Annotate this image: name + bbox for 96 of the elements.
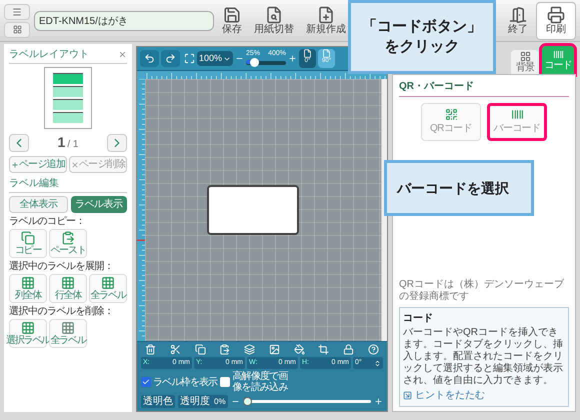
- x-icon: [71, 160, 80, 168]
- page-icon: [322, 49, 332, 58]
- new-file-icon: [317, 6, 335, 24]
- barcode-icon: [510, 108, 524, 121]
- grid-icon: [21, 276, 35, 290]
- layout-label[interactable]: [53, 73, 83, 84]
- hint-text: バーコードやQRコードを挿入できます。コードタブをクリックし、挿入します。配置されたコードをクリックして選択すると編集領域が表示され、値を自由に入力できます。: [403, 327, 564, 387]
- zoom-dropdown[interactable]: 100%: [197, 51, 234, 66]
- label-tool-button[interactable]: 行全体: [49, 274, 87, 303]
- group-title: 選択中のラベルを削除：: [9, 306, 114, 318]
- close-icon[interactable]: [118, 50, 127, 59]
- zoom-slider[interactable]: [246, 58, 286, 67]
- save-icon: [223, 6, 241, 24]
- label-tool-button[interactable]: 全ラベル: [89, 274, 127, 303]
- transparent-color-button[interactable]: 透明色: [141, 395, 175, 408]
- help-icon[interactable]: [368, 344, 379, 355]
- slider-thumb[interactable]: [242, 397, 252, 406]
- page-total: / 1: [67, 138, 78, 152]
- layers-icon[interactable]: [244, 344, 256, 355]
- toolbar-button[interactable]: 印刷: [536, 2, 576, 40]
- copy-icon[interactable]: [194, 344, 206, 355]
- view-toggle-button[interactable]: ラベル表示: [70, 196, 127, 213]
- toolbar-button[interactable]: 保存: [218, 2, 246, 40]
- opacity-slider[interactable]: [242, 397, 371, 406]
- code-type-button[interactable]: バーコード: [487, 103, 547, 141]
- trademark-note: QRコードは（株）デンソーウェーブの登録商標です: [399, 279, 565, 303]
- label-tool-button[interactable]: コピー: [9, 229, 47, 258]
- group-title: ラベルのコピー：: [9, 216, 86, 228]
- grid-icon: [12, 25, 22, 34]
- redo-icon: [165, 53, 176, 64]
- hint-title: コード: [403, 312, 434, 326]
- paste-icon: [61, 231, 75, 245]
- checkbox-label: 高解像度で画像を読み込み: [232, 371, 290, 393]
- printer-icon: [547, 6, 565, 24]
- toolbar-button[interactable]: 新規作成: [302, 2, 350, 40]
- label-shape[interactable]: [207, 185, 299, 235]
- callout: バーコードを選択: [384, 160, 534, 216]
- code-type-button[interactable]: QRコード: [421, 103, 481, 141]
- collapse-icon: [403, 391, 412, 400]
- barcode-icon: [552, 49, 564, 60]
- next-page-button[interactable]: [106, 134, 127, 152]
- scissors-icon[interactable]: [170, 344, 181, 355]
- collapse-hint-link[interactable]: ヒントをたたむ: [403, 388, 565, 403]
- slider-thumb[interactable]: [250, 58, 260, 67]
- undo-icon: [144, 53, 155, 64]
- file-name-field[interactable]: EDT-KNM15/はがき: [34, 10, 214, 30]
- copy-icon: [21, 231, 35, 245]
- door-icon: [509, 6, 527, 24]
- fill-icon[interactable]: [294, 344, 305, 355]
- grid-icon: [61, 321, 75, 335]
- toolbar-button[interactable]: 用紙切替: [250, 2, 298, 40]
- increase-icon[interactable]: [374, 397, 383, 406]
- page-number: 1: [58, 133, 66, 152]
- grid-icon: [520, 51, 530, 62]
- spinner-icon: [374, 360, 381, 366]
- crop-icon[interactable]: [318, 344, 330, 355]
- image-icon[interactable]: [268, 344, 280, 355]
- previous-page-button[interactable]: [9, 134, 29, 152]
- grid-icon: [101, 276, 115, 290]
- section-title: ラベル編集: [9, 176, 127, 193]
- undo-button[interactable]: [140, 50, 159, 67]
- menu-icon: [12, 6, 22, 16]
- callout: 「コードボタン」をクリック: [348, 0, 496, 74]
- group-title: 選択中のラベルを展開：: [9, 261, 114, 273]
- grid-view-button[interactable]: [4, 22, 30, 38]
- layout-label[interactable]: [53, 112, 83, 123]
- opacity-field[interactable]: 透明度 0%: [178, 395, 228, 408]
- menu-button[interactable]: [4, 4, 30, 20]
- view-toggle-button[interactable]: 全体表示: [9, 196, 68, 213]
- checkbox[interactable]: [141, 377, 151, 387]
- plus-icon: [11, 160, 19, 168]
- checkbox-label: ラベル枠を表示: [153, 376, 218, 390]
- checkbox[interactable]: [220, 377, 230, 387]
- redo-button[interactable]: [161, 50, 180, 67]
- section-title: QR・バーコード: [399, 79, 569, 97]
- grid-icon: [21, 321, 35, 335]
- layout-label[interactable]: [53, 99, 83, 110]
- qr-code-icon: [444, 108, 458, 121]
- toolbar-button[interactable]: 終了: [504, 2, 532, 40]
- panel-tab[interactable]: 背景: [511, 50, 539, 74]
- grid-icon: [61, 276, 75, 290]
- panel-title: ラベルレイアウト: [9, 48, 89, 62]
- zoom-in-icon[interactable]: [288, 54, 298, 63]
- paste-icon[interactable]: [219, 344, 230, 355]
- lock-icon[interactable]: [343, 344, 354, 355]
- label-tool-button[interactable]: 列全体: [9, 274, 47, 303]
- page-icon: [303, 49, 312, 58]
- page-search-icon: [265, 6, 283, 24]
- panel-tab[interactable]: コード: [542, 46, 574, 74]
- check-icon: [142, 378, 150, 386]
- fit-icon[interactable]: [184, 53, 195, 64]
- label-tool-button[interactable]: ペースト: [49, 229, 87, 258]
- trash-icon[interactable]: [145, 344, 156, 355]
- add-page-button[interactable]: ページ追加: [9, 156, 68, 173]
- layout-label[interactable]: [53, 86, 83, 97]
- delete-page-button[interactable]: ページ削除: [69, 156, 128, 173]
